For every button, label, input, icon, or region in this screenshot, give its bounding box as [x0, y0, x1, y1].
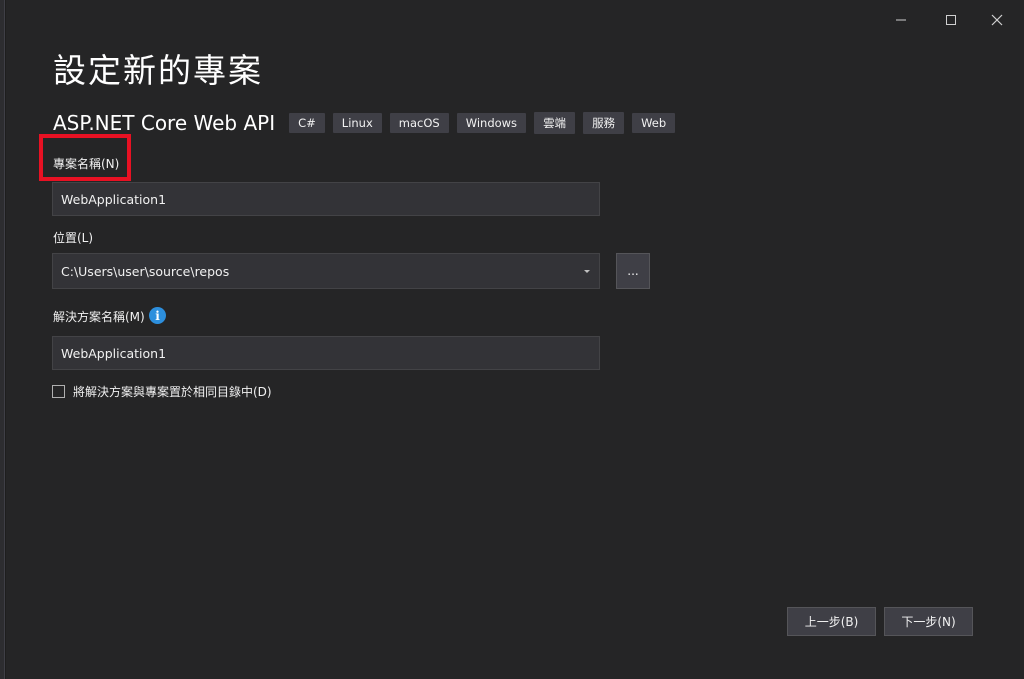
location-value: C:\Users\user\source\repos	[61, 263, 230, 279]
maximize-icon	[946, 15, 956, 25]
solution-name-input[interactable]	[52, 336, 600, 370]
template-tag-csharp: C#	[289, 113, 325, 133]
browse-location-button[interactable]: ...	[616, 253, 650, 289]
next-button[interactable]: 下一步(N)	[884, 607, 973, 636]
background-editor-strip	[0, 0, 5, 679]
template-tag-web: Web	[632, 113, 676, 133]
minimize-icon	[896, 19, 906, 21]
same-directory-checkbox[interactable]	[52, 385, 65, 398]
same-directory-label: 將解決方案與專案置於相同目錄中(D)	[73, 385, 272, 399]
project-name-label: 專案名稱(N)	[53, 157, 120, 171]
minimize-button[interactable]	[878, 6, 924, 34]
template-tag-macos: macOS	[389, 113, 449, 133]
solution-name-label: 解決方案名稱(M)	[53, 310, 145, 324]
dropdown-arrow-icon	[584, 269, 590, 273]
dialog-title: 設定新的專案	[53, 51, 263, 90]
project-name-input[interactable]	[52, 182, 600, 216]
maximize-button[interactable]	[928, 6, 974, 34]
location-label: 位置(L)	[53, 231, 94, 245]
template-tag-cloud: 雲端	[534, 112, 576, 134]
template-info: ASP.NET Core Web API C# Linux macOS Wind…	[53, 110, 683, 136]
back-button[interactable]: 上一步(B)	[787, 607, 876, 636]
close-icon	[991, 14, 1003, 26]
configure-project-dialog: 設定新的專案 ASP.NET Core Web API C# Linux mac…	[6, 0, 1018, 679]
same-directory-option[interactable]: 將解決方案與專案置於相同目錄中(D)	[52, 383, 272, 400]
info-icon[interactable]: i	[149, 307, 166, 324]
background-editor-strip-right	[1018, 0, 1024, 679]
location-dropdown[interactable]: C:\Users\user\source\repos	[52, 253, 600, 289]
template-tag-windows: Windows	[456, 113, 527, 133]
close-button[interactable]	[974, 6, 1020, 34]
template-name: ASP.NET Core Web API	[53, 111, 276, 135]
template-tag-linux: Linux	[332, 113, 382, 133]
template-tag-service: 服務	[583, 112, 625, 134]
